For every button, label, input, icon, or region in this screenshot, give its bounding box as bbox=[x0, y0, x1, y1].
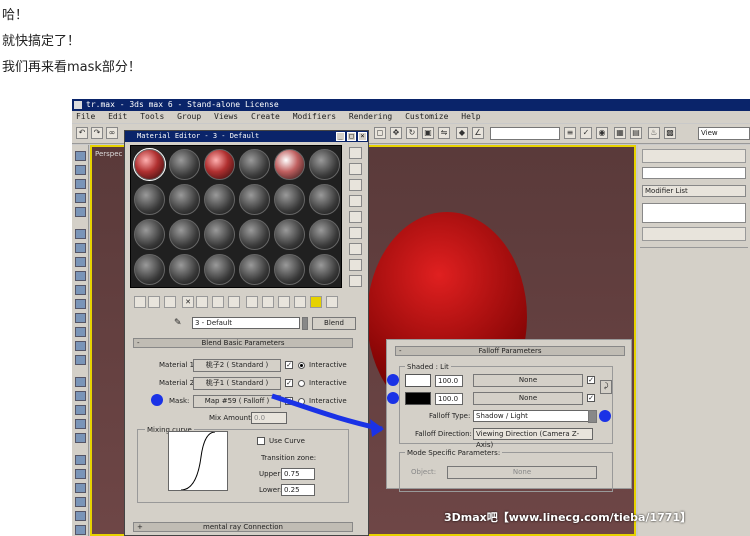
falloff-map1-button[interactable]: None bbox=[473, 374, 583, 387]
falloff-color2-swatch[interactable] bbox=[405, 392, 431, 405]
screenshot-3dsmax: tr.max - 3ds max 6 - Stand-alone License… bbox=[72, 99, 750, 536]
falloff-rollout-title: Falloff Parameters bbox=[478, 347, 542, 355]
falloff-rollout-header[interactable]: - Falloff Parameters bbox=[395, 346, 625, 356]
falloff-value2-input[interactable]: 100.0 bbox=[435, 393, 463, 405]
shaded-lit-label: Shaded : Lit bbox=[405, 363, 451, 371]
object-label: Object: bbox=[411, 468, 437, 476]
falloff-value1-input[interactable]: 100.0 bbox=[435, 375, 463, 387]
object-pick-button[interactable]: None bbox=[447, 466, 597, 479]
falloff-direction-select[interactable]: Viewing Direction (Camera Z-Axis) bbox=[473, 428, 593, 449]
falloff-parameters-panel: - Falloff Parameters Shaded : Lit 100.0 … bbox=[386, 339, 632, 492]
falloff-map2-checkbox[interactable]: ✓ bbox=[587, 394, 595, 402]
falloff-map2-button[interactable]: None bbox=[473, 392, 583, 405]
post-text-line-2: 就快搞定了！ bbox=[2, 34, 81, 49]
falloff-color1-swatch[interactable] bbox=[405, 374, 431, 387]
mode-specific-label: Mode Specific Parameters: bbox=[405, 449, 503, 457]
annotation-dot-swatch1 bbox=[387, 374, 399, 386]
post-text-line-3: 我们再来看mask部分！ bbox=[2, 60, 141, 75]
post-text-line-1: 哈！ bbox=[2, 8, 29, 23]
falloff-type-dropdown-arrow[interactable] bbox=[588, 410, 597, 423]
swap-colors-icon[interactable]: ⤸ bbox=[600, 380, 612, 394]
annotation-dot-falloff-type bbox=[599, 410, 611, 422]
annotation-dot-swatch2 bbox=[387, 392, 399, 404]
watermark-text: 3Dmax吧【www.linecg.com/tieba/1771】 bbox=[444, 511, 692, 524]
falloff-direction-label: Falloff Direction: bbox=[415, 430, 472, 438]
falloff-map1-checkbox[interactable]: ✓ bbox=[587, 376, 595, 384]
falloff-type-label: Falloff Type: bbox=[429, 412, 471, 420]
falloff-collapse-icon: - bbox=[399, 347, 402, 355]
falloff-type-select[interactable]: Shadow / Light bbox=[473, 410, 593, 422]
